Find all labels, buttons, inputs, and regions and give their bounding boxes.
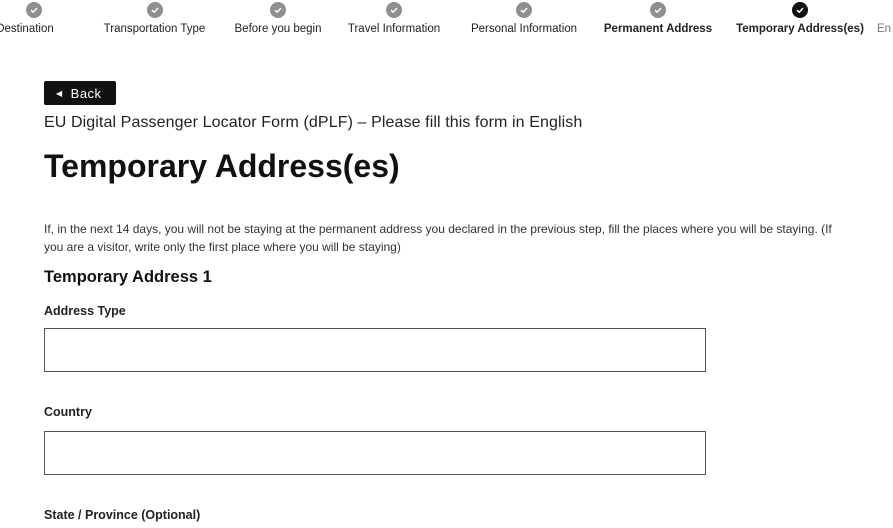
check-icon (516, 2, 532, 18)
country-label: Country (44, 405, 92, 419)
back-button-label: Back (70, 85, 102, 101)
step-temporary-addresses[interactable]: Temporary Address(es) (727, 0, 873, 44)
check-icon (650, 2, 666, 18)
check-icon (270, 2, 286, 18)
step-label: Permanent Address (603, 23, 713, 35)
step-destination[interactable]: Destination (0, 0, 54, 44)
step-label: Before you begin (234, 23, 322, 35)
check-icon (146, 2, 163, 18)
step-permanent-address[interactable]: Permanent Address (596, 0, 720, 44)
step-transportation-type[interactable]: Transportation Type (92, 0, 217, 44)
address-type-label: Address Type (44, 304, 126, 318)
step-label: Travel Information (347, 23, 441, 35)
step-next-partial[interactable]: En (877, 0, 893, 44)
form-subtitle: EU Digital Passenger Locator Form (dPLF)… (44, 114, 583, 131)
step-label: En (877, 23, 892, 35)
step-label: Temporary Address(es) (736, 23, 864, 35)
country-input[interactable] (44, 431, 706, 475)
check-icon (26, 2, 42, 18)
check-icon (792, 2, 808, 18)
chevron-left-icon: ◀ (56, 88, 63, 98)
progress-stepper: Destination Transportation Type Before y… (0, 0, 893, 44)
section-title: Temporary Address 1 (44, 268, 212, 286)
page-title: Temporary Address(es) (44, 148, 400, 184)
step-label: Personal Information (470, 23, 578, 35)
step-label: Destination (0, 23, 54, 35)
step-label: Transportation Type (103, 23, 206, 35)
step-personal-information[interactable]: Personal Information (458, 0, 590, 44)
check-icon (386, 2, 402, 18)
step-before-you-begin[interactable]: Before you begin (223, 0, 333, 44)
step-travel-information[interactable]: Travel Information (337, 0, 451, 44)
address-type-input[interactable] (44, 328, 706, 372)
back-button[interactable]: ◀ Back (44, 81, 116, 105)
state-province-label: State / Province (Optional) (44, 508, 201, 522)
intro-text: If, in the next 14 days, you will not be… (44, 222, 832, 254)
